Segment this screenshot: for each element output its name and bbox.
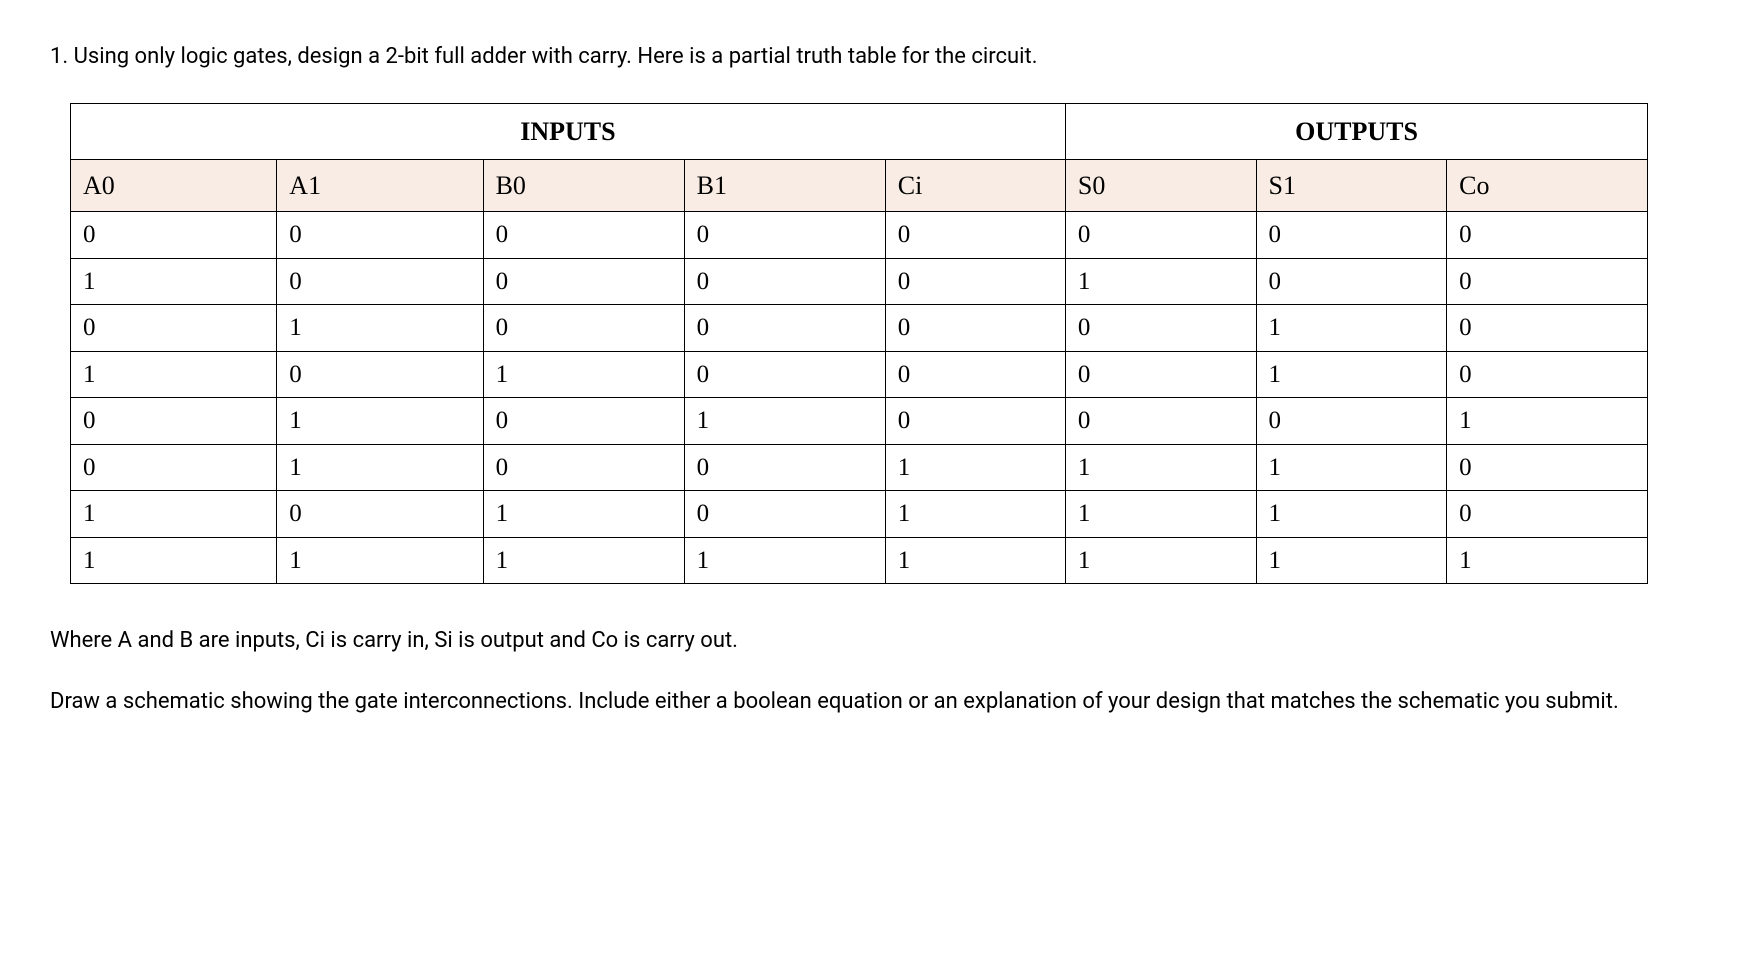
table-cell: 1 [71,258,277,305]
col-header-a0: A0 [71,160,277,212]
col-header-b0: B0 [483,160,684,212]
table-cell: 0 [1065,212,1256,259]
table-cell: 0 [885,258,1065,305]
table-cell: 0 [483,398,684,445]
table-cell: 0 [71,444,277,491]
table-cell: 0 [684,258,885,305]
table-cell: 0 [684,444,885,491]
table-cell: 0 [684,305,885,352]
table-cell: 1 [1065,491,1256,538]
table-cell: 1 [1065,258,1256,305]
table-cell: 0 [1447,305,1648,352]
table-cell: 1 [277,398,483,445]
column-header-row: A0 A1 B0 B1 Ci S0 S1 Co [71,160,1648,212]
table-cell: 0 [483,444,684,491]
table-cell: 1 [71,351,277,398]
col-header-co: Co [1447,160,1648,212]
table-cell: 0 [1447,491,1648,538]
table-cell: 0 [1256,212,1447,259]
col-header-b1: B1 [684,160,885,212]
table-cell: 1 [1065,537,1256,584]
table-cell: 0 [684,351,885,398]
table-cell: 0 [71,305,277,352]
table-cell: 1 [1256,305,1447,352]
table-cell: 0 [885,398,1065,445]
table-cell: 1 [277,537,483,584]
table-cell: 1 [1256,491,1447,538]
table-cell: 0 [483,258,684,305]
table-body: 0000000010000100010000101010001001010001… [71,212,1648,584]
table-cell: 0 [1256,258,1447,305]
inputs-group-header: INPUTS [71,104,1066,160]
table-cell: 0 [885,305,1065,352]
table-row: 01001110 [71,444,1648,491]
table-cell: 1 [1256,537,1447,584]
table-cell: 0 [277,351,483,398]
table-cell: 0 [684,491,885,538]
table-cell: 0 [1065,351,1256,398]
table-cell: 0 [1065,398,1256,445]
table-cell: 1 [483,351,684,398]
col-header-a1: A1 [277,160,483,212]
table-row: 10100010 [71,351,1648,398]
question-text: 1. Using only logic gates, design a 2-bi… [50,40,1694,73]
table-row: 10000100 [71,258,1648,305]
table-cell: 0 [71,212,277,259]
table-cell: 1 [885,491,1065,538]
table-row: 11111111 [71,537,1648,584]
table-cell: 0 [1447,258,1648,305]
table-cell: 1 [1256,444,1447,491]
table-cell: 1 [1447,398,1648,445]
table-cell: 0 [1256,398,1447,445]
table-cell: 1 [277,305,483,352]
table-cell: 0 [885,212,1065,259]
table-cell: 1 [483,537,684,584]
table-cell: 1 [885,537,1065,584]
truth-table: INPUTS OUTPUTS A0 A1 B0 B1 Ci S0 S1 Co 0… [70,103,1648,584]
col-header-s1: S1 [1256,160,1447,212]
table-cell: 1 [1065,444,1256,491]
col-header-ci: Ci [885,160,1065,212]
table-cell: 0 [277,258,483,305]
table-row: 00000000 [71,212,1648,259]
description-text: Where A and B are inputs, Ci is carry in… [50,624,1694,657]
table-cell: 0 [885,351,1065,398]
table-cell: 0 [1447,212,1648,259]
table-cell: 1 [483,491,684,538]
table-cell: 0 [483,305,684,352]
instruction-text: Draw a schematic showing the gate interc… [50,685,1694,718]
table-row: 01010001 [71,398,1648,445]
table-cell: 1 [684,398,885,445]
outputs-group-header: OUTPUTS [1065,104,1647,160]
table-cell: 1 [1447,537,1648,584]
table-cell: 0 [1065,305,1256,352]
table-cell: 1 [684,537,885,584]
group-header-row: INPUTS OUTPUTS [71,104,1648,160]
col-header-s0: S0 [1065,160,1256,212]
table-cell: 0 [277,212,483,259]
table-cell: 0 [71,398,277,445]
table-row: 01000010 [71,305,1648,352]
table-cell: 1 [885,444,1065,491]
table-cell: 1 [277,444,483,491]
table-cell: 0 [1447,351,1648,398]
table-row: 10101110 [71,491,1648,538]
table-cell: 0 [277,491,483,538]
table-cell: 0 [684,212,885,259]
table-cell: 1 [71,491,277,538]
table-cell: 0 [483,212,684,259]
table-cell: 0 [1447,444,1648,491]
table-cell: 1 [71,537,277,584]
table-cell: 1 [1256,351,1447,398]
